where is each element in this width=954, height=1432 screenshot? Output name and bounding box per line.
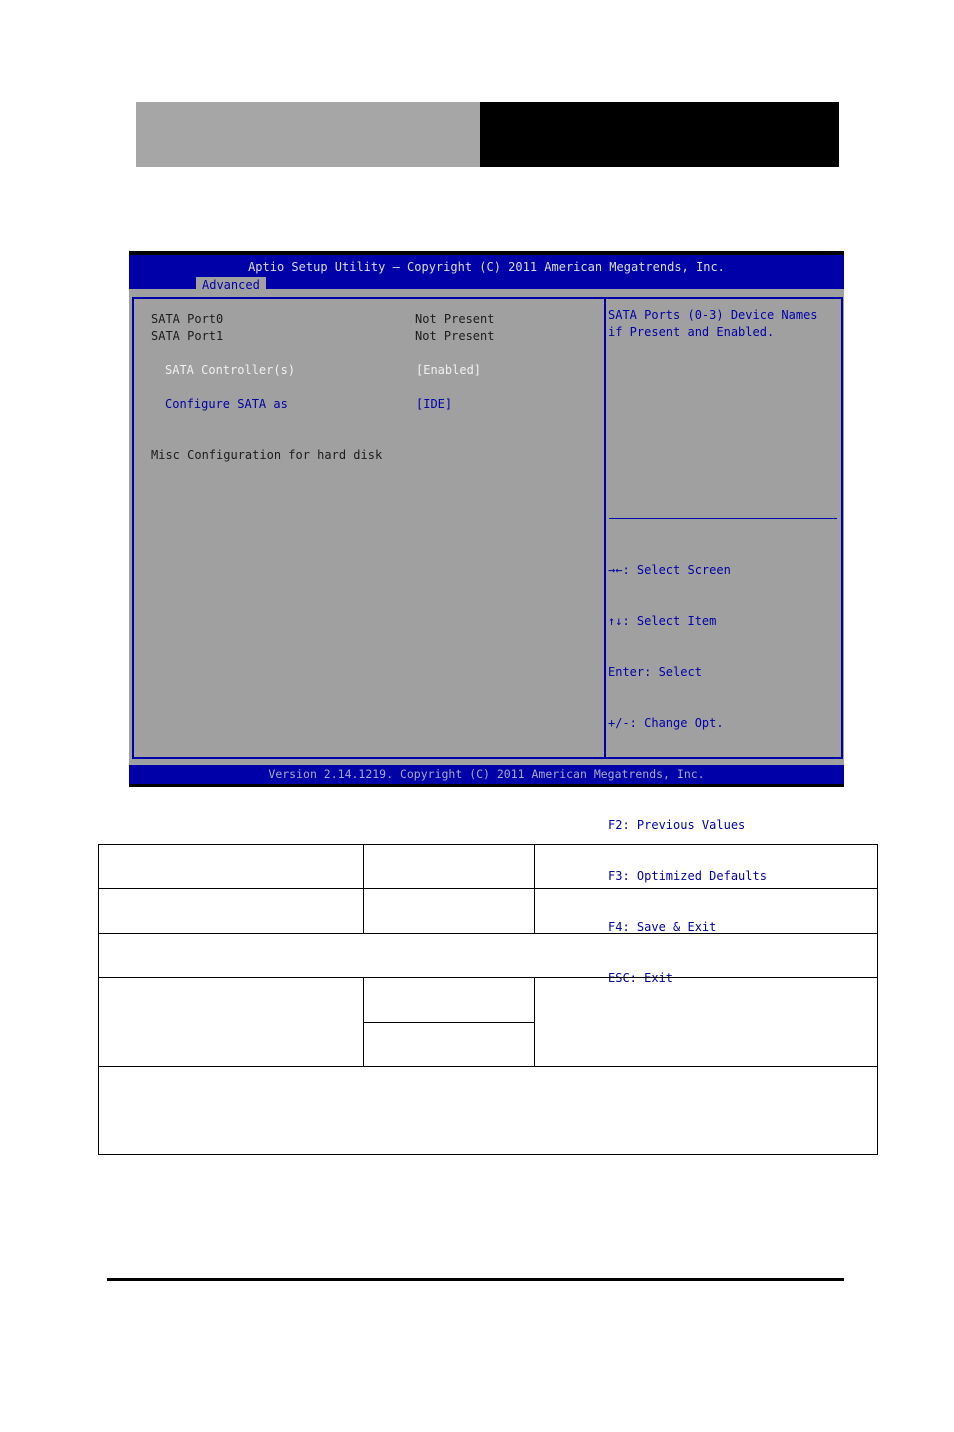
sata-port1-label: SATA Port1 (151, 329, 224, 343)
help-divider (609, 518, 837, 519)
banner-right-block (480, 102, 839, 167)
table-cell (534, 977, 878, 1067)
footer-rule (107, 1278, 844, 1281)
banner-left-block (136, 102, 480, 167)
table-cell (363, 977, 535, 1023)
options-table (98, 844, 878, 1155)
table-cell (98, 1066, 878, 1155)
sata-port1-value: Not Present (415, 329, 495, 343)
bios-version: Version 2.14.1219. Copyright (C) 2011 Am… (268, 767, 705, 781)
table-cell (98, 844, 364, 889)
key-select-item: ↑↓: Select Item (608, 614, 717, 628)
bios-footer: Version 2.14.1219. Copyright (C) 2011 Am… (129, 765, 844, 784)
item-help-text: SATA Ports (0-3) Device Names if Present… (608, 308, 818, 339)
sata-port0-label: SATA Port0 (151, 312, 224, 326)
table-cell (534, 888, 878, 934)
key-enter-select: Enter: Select (608, 665, 702, 679)
table-cell (363, 1022, 535, 1067)
sata-controller-label[interactable]: SATA Controller(s) (165, 363, 295, 377)
settings-panel: SATA Port0 Not Present SATA Port1 Not Pr… (132, 297, 604, 759)
help-panel: SATA Ports (0-3) Device Names if Present… (604, 297, 843, 985)
configure-sata-value[interactable]: [IDE] (416, 397, 452, 411)
key-change-opt: +/-: Change Opt. (608, 716, 724, 730)
table-row (98, 933, 878, 978)
key-previous-values: F2: Previous Values (608, 818, 746, 832)
table-cell (98, 933, 878, 978)
table-row (98, 888, 878, 934)
table-row (98, 977, 878, 1067)
table-row (98, 844, 878, 889)
table-row (98, 1066, 878, 1155)
table-cell (98, 977, 364, 1067)
key-select-screen: →←: Select Screen (608, 563, 731, 577)
bios-header: Aptio Setup Utility – Copyright (C) 2011… (129, 255, 844, 293)
bios-setup-screen: Aptio Setup Utility – Copyright (C) 2011… (129, 251, 844, 985)
sata-controller-value[interactable]: [Enabled] (416, 363, 481, 377)
table-cell (363, 844, 535, 889)
table-cell (534, 844, 878, 889)
bios-title: Aptio Setup Utility – Copyright (C) 2011… (248, 260, 725, 274)
misc-configuration-label[interactable]: Misc Configuration for hard disk (151, 448, 382, 462)
bios-body: SATA Port0 Not Present SATA Port1 Not Pr… (129, 289, 844, 985)
configure-sata-label[interactable]: Configure SATA as (165, 397, 288, 411)
table-cell (98, 888, 364, 934)
table-cell (363, 888, 535, 934)
page-header-banner (136, 102, 839, 167)
sata-port0-value: Not Present (415, 312, 495, 326)
